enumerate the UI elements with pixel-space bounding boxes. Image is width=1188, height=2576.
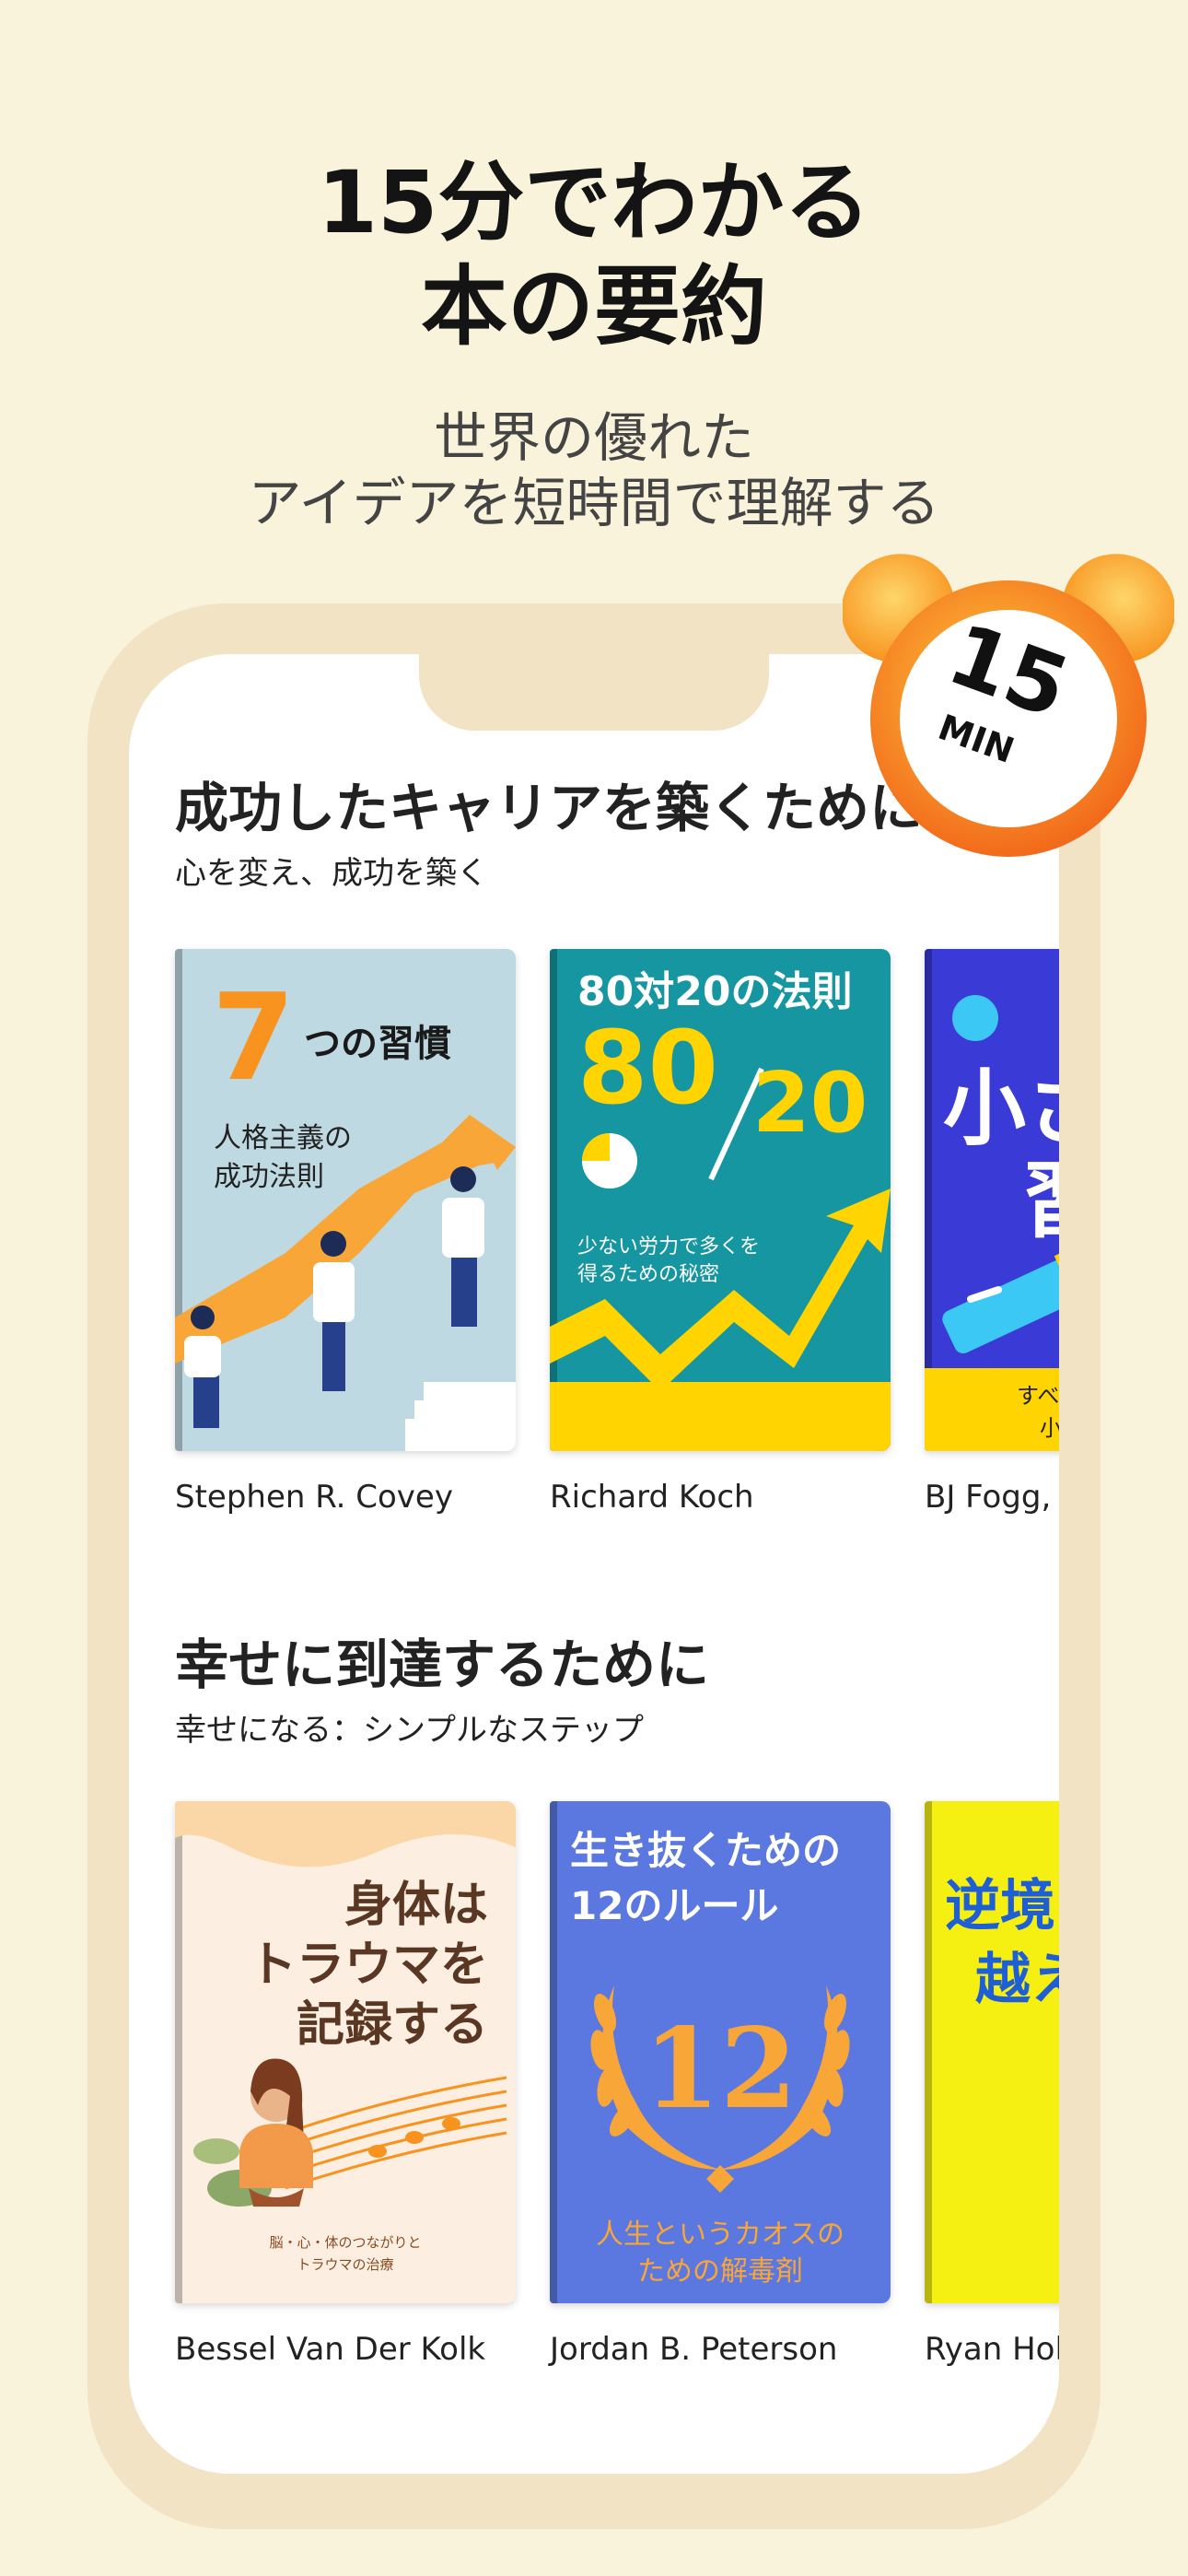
book-cover-number: 7: [212, 967, 296, 1107]
book-cover-subtitle-2: トラウマの治療: [297, 2256, 394, 2273]
book-cover-tiny-habits[interactable]: 小さ 習 すべ 小: [925, 949, 1059, 1451]
headline-line-2: 本の要約: [420, 256, 767, 357]
book-cover-title-1: 身体は: [344, 1878, 488, 1933]
subheadline-line-1: 世界の優れた: [433, 406, 754, 469]
book-cover-title-2: 12のルール: [570, 1883, 779, 1928]
section-subtitle-happiness: 幸せになる：シンプルなステップ: [175, 1712, 644, 1749]
section-subtitle-career: 心を変え、成功を築く: [175, 855, 488, 892]
book-cover-body-keeps-score[interactable]: 身体は トラウマを 記録する 脳・心・体のつながりと トラウマの治療: [175, 1801, 516, 2303]
book-cover-subtitle-2: ための解毒剤: [637, 2255, 803, 2288]
book-cover-number: 12: [643, 2004, 798, 2134]
phone-notch: [419, 650, 769, 731]
book-cover-title-2: 越え: [975, 1948, 1059, 2012]
book-cover-seven-habits[interactable]: 7 つの習慣 人格主義の 成功法則: [175, 949, 516, 1451]
section-title-happiness: 幸せに到達するために: [175, 1633, 710, 1696]
book-cover-subtitle-2: 得るための秘密: [577, 1263, 720, 1286]
book-cover-subtitle-2: 小: [1040, 1415, 1059, 1441]
book-author[interactable]: Stephen R. Covey: [175, 1479, 453, 1516]
phone-screen: 成功したキャリアを築くために 心を変え、成功を築く 7 つの習慣 人格主義の 成…: [129, 654, 1059, 2474]
book-cover-subtitle-1: 人格主義の: [214, 1122, 352, 1154]
book-cover-title-1: 生き抜くための: [570, 1828, 842, 1873]
book-cover-title-3: 記録する: [296, 1997, 488, 2053]
book-cover-title-2: 習: [1021, 1133, 1059, 1253]
book-cover-title-2: トラウマを: [248, 1938, 488, 1993]
book-cover-subtitle-1: 脳・心・体のつながりと: [269, 2234, 422, 2251]
book-cover-subtitle-1: すべ: [1017, 1383, 1059, 1409]
book-cover-obstacle[interactable]: 逆境 越え: [925, 1801, 1059, 2303]
book-cover-number-80: 80: [577, 1009, 719, 1127]
section-title-career: 成功したキャリアを築くために: [175, 777, 924, 839]
alarm-clock-badge: 15 MIN: [843, 534, 1174, 866]
book-cover-subtitle-1: 人生というカオスの: [596, 2219, 844, 2251]
book-author[interactable]: Richard Koch: [550, 1479, 754, 1516]
book-cover-number-20: 20: [752, 1055, 868, 1152]
book-cover-subtitle-1: 少ない労力で多くを: [577, 1235, 761, 1259]
book-author[interactable]: BJ Fogg,: [925, 1479, 1051, 1516]
headline-line-1: 15分でわかる: [317, 153, 871, 253]
headline: 15分でわかる 本の要約: [0, 152, 1188, 360]
book-cover-eighty-twenty[interactable]: 80対20の法則 80 20 少ない労力で多くを 得るための秘密: [550, 949, 891, 1451]
subheadline: 世界の優れた アイデアを短時間で理解する: [0, 405, 1188, 536]
book-author[interactable]: Jordan B. Peterson: [550, 2331, 837, 2368]
subheadline-line-2: アイデアを短時間で理解する: [248, 471, 940, 534]
book-cover-subtitle-2: 成功法則: [214, 1161, 324, 1193]
book-cover-title-1: 逆境: [945, 1874, 1055, 1938]
book-author[interactable]: Bessel Van Der Kolk: [175, 2331, 485, 2368]
book-cover-twelve-rules[interactable]: 生き抜くための 12のルール 12 人生というカオスの ための解毒剤: [550, 1801, 891, 2303]
book-author[interactable]: Ryan Holi: [925, 2331, 1059, 2368]
book-cover-title: つの習慣: [304, 1023, 451, 1065]
